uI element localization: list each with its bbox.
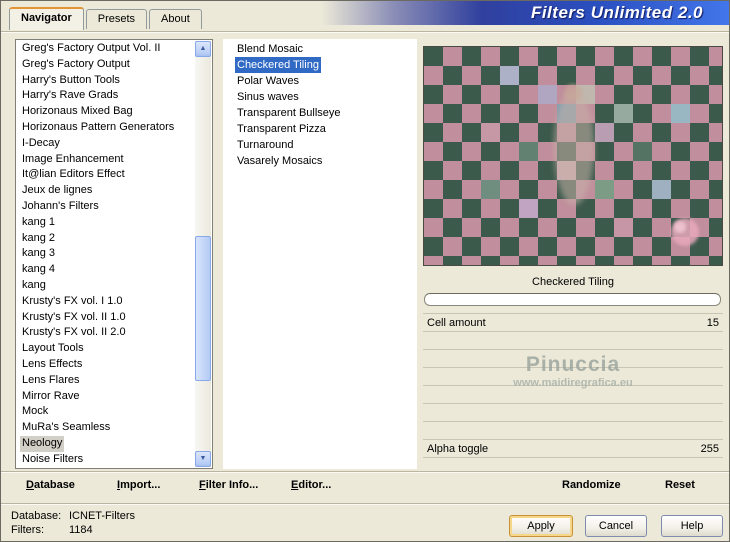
status-filters-row: Filters: 1184	[11, 523, 135, 537]
category-item[interactable]: Neology	[16, 435, 196, 452]
status-bar-divider	[1, 503, 729, 505]
param-row	[423, 350, 723, 368]
param-row	[423, 332, 723, 350]
status-text: Database: ICNET-Filters Filters: 1184	[11, 509, 135, 537]
editor-button[interactable]: Editor...	[291, 479, 331, 491]
filter-item[interactable]: Turnaround	[223, 137, 417, 153]
filter-item[interactable]: Polar Waves	[223, 73, 417, 89]
category-scrollbar[interactable]: ▲ ▼	[195, 41, 211, 467]
category-item[interactable]: Noise Filters	[16, 452, 196, 468]
preview-overlay	[481, 66, 699, 246]
scroll-up-icon[interactable]: ▲	[195, 41, 211, 57]
status-database-value: ICNET-Filters	[69, 510, 135, 522]
category-item[interactable]: kang 1	[16, 215, 196, 231]
randomize-button[interactable]: Randomize	[562, 479, 621, 491]
category-item[interactable]: MuRa's Seamless	[16, 420, 196, 436]
param-row	[423, 404, 723, 422]
tab-about[interactable]: About	[149, 9, 202, 29]
category-item[interactable]: Lens Flares	[16, 373, 196, 389]
category-item[interactable]: Krusty's FX vol. II 2.0	[16, 325, 196, 341]
param-row: Cell amount 15	[423, 314, 723, 332]
scrollbar-thumb[interactable]	[195, 236, 211, 381]
param-row	[423, 386, 723, 404]
param-row: Alpha toggle 255	[423, 440, 723, 458]
filter-item[interactable]: Blend Mosaic	[223, 41, 417, 57]
import-button[interactable]: Import...	[117, 479, 160, 491]
param-label: Cell amount	[427, 317, 486, 329]
category-item[interactable]: Horizonaus Pattern Generators	[16, 120, 196, 136]
category-item[interactable]: Jeux de lignes	[16, 183, 196, 199]
parameter-table: Cell amount 15 Alpha toggle 255	[423, 313, 723, 458]
status-database-row: Database: ICNET-Filters	[11, 509, 135, 523]
filter-item[interactable]: Transparent Bullseye	[223, 105, 417, 121]
tab-navigator[interactable]: Navigator	[9, 7, 84, 30]
param-row	[423, 422, 723, 440]
command-bar-divider	[1, 471, 729, 473]
category-item[interactable]: Image Enhancement	[16, 152, 196, 168]
param-row	[423, 368, 723, 386]
category-item[interactable]: Greg's Factory Output Vol. II	[16, 41, 196, 57]
apply-button[interactable]: Apply	[509, 515, 573, 537]
param-value[interactable]: 15	[707, 314, 719, 331]
param-value[interactable]: 255	[701, 440, 719, 457]
reset-button[interactable]: Reset	[665, 479, 695, 491]
cancel-button[interactable]: Cancel	[585, 515, 647, 537]
database-button[interactable]: Database	[26, 479, 75, 491]
status-filters-value: 1184	[69, 524, 93, 536]
help-button[interactable]: Help	[661, 515, 723, 537]
category-item[interactable]: Krusty's FX vol. II 1.0	[16, 310, 196, 326]
category-list-items: Greg's Factory Output Vol. II Greg's Fact…	[16, 40, 196, 468]
filter-item[interactable]: Checkered Tiling	[223, 57, 417, 73]
category-item[interactable]: Lens Effects	[16, 357, 196, 373]
param-label: Alpha toggle	[427, 443, 489, 455]
tab-strip: Navigator Presets About	[9, 7, 202, 30]
category-item[interactable]: Layout Tools	[16, 341, 196, 357]
active-filter-title: Checkered Tiling	[532, 276, 614, 288]
category-item[interactable]: kang 3	[16, 246, 196, 262]
filter-item[interactable]: Transparent Pizza	[223, 121, 417, 137]
tab-presets[interactable]: Presets	[85, 9, 148, 29]
category-item[interactable]: kang	[16, 278, 196, 294]
category-listbox: Greg's Factory Output Vol. II Greg's Fact…	[15, 39, 213, 469]
filter-item[interactable]: Sinus waves	[223, 89, 417, 105]
filter-list-items: Blend Mosaic Checkered Tiling Polar Waves S…	[223, 41, 417, 169]
window-title: Filters Unlimited 2.0	[530, 3, 703, 22]
category-item[interactable]: kang 4	[16, 262, 196, 278]
category-item[interactable]: Krusty's FX vol. I 1.0	[16, 294, 196, 310]
filters-unlimited-window: Filters Unlimited 2.0 Navigator Presets Ab…	[0, 0, 730, 542]
preview-image[interactable]	[423, 46, 723, 266]
category-item[interactable]: Harry's Button Tools	[16, 73, 196, 89]
tab-strip-divider	[1, 31, 729, 33]
scroll-down-icon[interactable]: ▼	[195, 451, 211, 467]
preview-progress-bar	[424, 293, 721, 306]
category-item[interactable]: Mock	[16, 404, 196, 420]
category-item[interactable]: Harry's Rave Grads	[16, 88, 196, 104]
category-item[interactable]: Johann's Filters	[16, 199, 196, 215]
category-item[interactable]: Horizonaus Mixed Bag	[16, 104, 196, 120]
status-filters-label: Filters:	[11, 524, 44, 536]
category-item[interactable]: It@lian Editors Effect	[16, 167, 196, 183]
filter-info-button[interactable]: Filter Info...	[199, 479, 258, 491]
category-item[interactable]: kang 2	[16, 231, 196, 247]
status-database-label: Database:	[11, 510, 62, 522]
filter-listbox: Blend Mosaic Checkered Tiling Polar Waves S…	[223, 39, 417, 469]
category-item[interactable]: Mirror Rave	[16, 389, 196, 405]
category-item[interactable]: I-Decay	[16, 136, 196, 152]
category-item[interactable]: Greg's Factory Output	[16, 57, 196, 73]
filter-item[interactable]: Vasarely Mosaics	[223, 153, 417, 169]
